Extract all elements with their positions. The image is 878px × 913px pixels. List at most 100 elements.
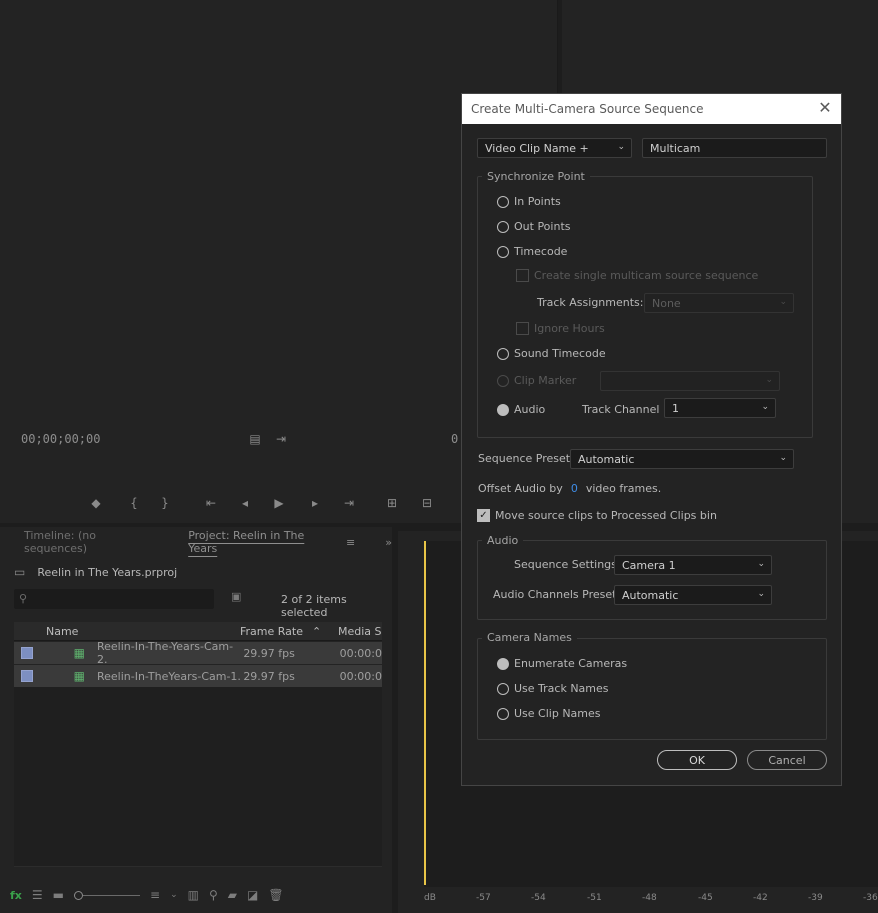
find-icon[interactable]: ⚲ (209, 888, 218, 902)
sort-icon[interactable]: ≡ (150, 888, 160, 902)
go-to-in-icon[interactable]: ⇤ (202, 494, 220, 512)
chevron-down-icon: ⌄ (761, 402, 769, 412)
radio-timecode[interactable]: Timecode (497, 245, 567, 258)
cancel-button[interactable]: Cancel (747, 750, 827, 770)
column-name[interactable]: Name (46, 625, 240, 638)
chevron-down-icon: ⌄ (765, 375, 773, 385)
naming-dropdown[interactable]: Video Clip Name + ⌄ (477, 138, 632, 158)
sequence-preset-value: Automatic (578, 452, 635, 466)
track-assignments-label: Track Assignments: (537, 296, 644, 309)
source-timecode[interactable]: 00;00;00;00 (21, 432, 100, 446)
camera-names-legend: Camera Names (482, 631, 577, 644)
radio-use-clip-names[interactable]: Use Clip Names (497, 707, 601, 720)
db-scale: dB -57 -54 -51 -48 -45 -42 -39 -36 (398, 887, 878, 913)
scale-tick: -42 (753, 893, 768, 903)
mark-out-icon[interactable]: } (156, 494, 174, 512)
item-list-area (14, 687, 382, 867)
fx-icon[interactable]: fx (10, 889, 22, 902)
scale-tick: -51 (587, 893, 602, 903)
chevron-down-icon[interactable]: ⌄ (170, 890, 178, 900)
list-view-icon[interactable]: ☰ (32, 888, 43, 902)
sequence-settings-value: Camera 1 (622, 558, 676, 572)
chevron-down-icon: ⌄ (617, 142, 625, 152)
new-item-icon[interactable]: ◪ (247, 888, 258, 902)
tab-project[interactable]: Project: Reelin in The Years (178, 529, 340, 555)
label-color-swatch[interactable] (21, 670, 33, 682)
audio-channels-preset-dropdown[interactable]: Automatic ⌄ (614, 585, 772, 605)
automate-to-sequence-icon[interactable]: ▥ (188, 888, 199, 902)
radio-in-points[interactable]: In Points (497, 195, 561, 208)
sequence-icon: ▦ (73, 669, 85, 683)
track-assignments-value: None (652, 296, 681, 310)
sequence-preset-dropdown[interactable]: Automatic ⌄ (570, 449, 794, 469)
radio-clip-marker[interactable]: Clip Marker (497, 374, 576, 387)
checkbox-ignore-hours[interactable]: Ignore Hours (516, 322, 605, 335)
new-search-bin-icon[interactable]: ▣ (231, 590, 241, 603)
scale-tick: dB (424, 893, 436, 903)
go-to-out-icon[interactable]: ⇥ (340, 494, 358, 512)
multicam-dialog: Create Multi-Camera Source Sequence ✕ Vi… (461, 93, 842, 786)
offset-audio-value[interactable]: 0 (571, 482, 578, 495)
column-frame-rate[interactable]: Frame Rate (240, 625, 312, 638)
track-channel-dropdown[interactable]: 1 ⌄ (664, 398, 776, 418)
dialog-title: Create Multi-Camera Source Sequence (471, 102, 704, 116)
dialog-titlebar: Create Multi-Camera Source Sequence ✕ (462, 94, 841, 124)
offset-audio-suffix: video frames. (585, 482, 662, 495)
insert-clip-icon[interactable]: ⊞ (383, 494, 401, 512)
close-icon[interactable]: ✕ (817, 100, 833, 116)
insert-icon[interactable]: ⇥ (272, 430, 290, 448)
checkbox-move-source-clips[interactable]: ✓ Move source clips to Processed Clips bi… (477, 509, 717, 522)
radio-out-points[interactable]: Out Points (497, 220, 570, 233)
tab-timeline[interactable]: Timeline: (no sequences) (14, 529, 166, 555)
column-header-row: Name Frame Rate ⌃ Media S (14, 622, 382, 641)
overwrite-clip-icon[interactable]: ⊟ (418, 494, 436, 512)
new-bin-icon[interactable]: ▰ (228, 888, 237, 902)
search-input[interactable]: ⚲ (14, 589, 214, 609)
clip-name[interactable]: Reelin-In-The-Years-Cam-2. (97, 640, 243, 666)
sequence-settings-dropdown[interactable]: Camera 1 ⌄ (614, 555, 772, 575)
add-marker-icon[interactable]: ◆ (87, 494, 105, 512)
scale-tick: -36 (863, 893, 878, 903)
label-color-swatch[interactable] (21, 647, 33, 659)
step-back-icon[interactable]: ◂ (236, 494, 254, 512)
chevron-down-icon: ⌄ (757, 559, 765, 569)
step-forward-icon[interactable]: ▸ (306, 494, 324, 512)
checkbox-single-multicam[interactable]: Create single multicam source sequence (516, 269, 758, 282)
export-frame-icon[interactable]: ▤ (246, 430, 264, 448)
audio-channels-preset-label: Audio Channels Preset: (493, 588, 621, 601)
sort-ascending-icon[interactable]: ⌃ (312, 625, 338, 638)
ok-button[interactable]: OK (657, 750, 737, 770)
scale-tick: -45 (698, 893, 713, 903)
panel-menu-icon[interactable]: ≡ (346, 536, 355, 549)
sequence-name-field[interactable]: Multicam (642, 138, 827, 158)
program-timecode[interactable]: 0 (451, 432, 458, 446)
folder-icon: ▭ (14, 565, 26, 579)
mark-in-icon[interactable]: { (125, 494, 143, 512)
track-assignments-dropdown[interactable]: None ⌄ (644, 293, 794, 313)
radio-use-track-names[interactable]: Use Track Names (497, 682, 609, 695)
playhead-line[interactable] (424, 541, 426, 885)
icon-view-icon[interactable]: ▬ (53, 888, 64, 902)
sequence-name-value: Multicam (650, 141, 701, 155)
radio-enumerate-cameras[interactable]: Enumerate Cameras (497, 657, 627, 670)
radio-audio[interactable]: Audio (497, 403, 545, 416)
sequence-preset-label: Sequence Preset: (478, 452, 574, 465)
table-row[interactable]: ▦ Reelin-In-TheYears-Cam-1. 29.97 fps 00… (14, 665, 382, 687)
audio-group (477, 540, 827, 620)
zoom-slider[interactable] (74, 890, 140, 900)
play-icon[interactable]: ▶ (270, 494, 288, 512)
clip-name[interactable]: Reelin-In-TheYears-Cam-1. (97, 670, 243, 683)
table-row[interactable]: ▦ Reelin-In-The-Years-Cam-2. 29.97 fps 0… (14, 640, 382, 666)
track-channel-label: Track Channel (582, 403, 660, 416)
clip-frame-rate: 29.97 fps (243, 646, 295, 660)
column-media-start[interactable]: Media S (338, 625, 382, 638)
audio-channels-preset-value: Automatic (622, 588, 679, 602)
trash-icon[interactable]: 🗑 (268, 888, 283, 902)
clip-marker-dropdown[interactable]: ⌄ (600, 371, 780, 391)
radio-sound-timecode[interactable]: Sound Timecode (497, 347, 606, 360)
overflow-icon[interactable]: » (385, 536, 392, 549)
panel-tabs: Timeline: (no sequences) Project: Reelin… (0, 527, 392, 557)
project-toolbar: fx ☰ ▬ ≡ ⌄ ▥ ⚲ ▰ ◪ 🗑 (10, 883, 390, 907)
scale-tick: -57 (476, 893, 491, 903)
offset-audio-label: Offset Audio by (478, 482, 563, 495)
